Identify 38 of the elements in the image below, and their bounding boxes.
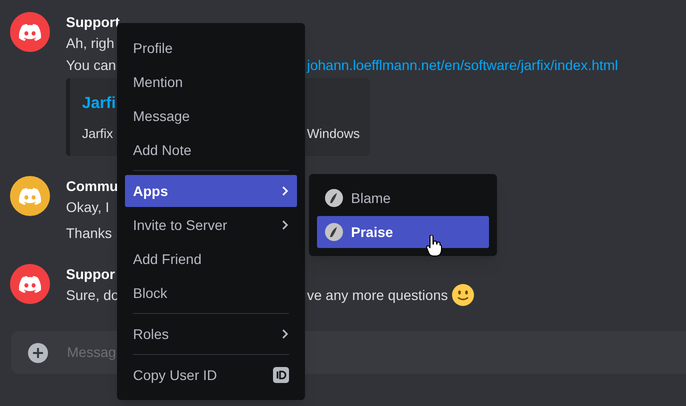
discord-logo-icon bbox=[19, 24, 41, 40]
discord-logo-icon bbox=[19, 276, 41, 292]
message-input[interactable]: Messag bbox=[67, 342, 127, 363]
add-icon[interactable] bbox=[28, 342, 48, 362]
hand-cursor-icon bbox=[426, 235, 442, 257]
menu-item[interactable]: Add Friend bbox=[125, 243, 297, 275]
author-name[interactable]: Support bbox=[66, 12, 120, 32]
embed-description: Jarfix bbox=[82, 125, 114, 143]
author-name[interactable]: Suppor bbox=[66, 264, 115, 284]
avatar[interactable] bbox=[10, 176, 50, 216]
menu-item[interactable]: Message bbox=[125, 100, 297, 132]
menu-item[interactable]: Praise bbox=[317, 216, 489, 248]
app-avatar-icon bbox=[325, 223, 343, 241]
message-text: ve any more questions bbox=[307, 286, 448, 305]
menu-item[interactable]: Roles bbox=[125, 318, 297, 350]
chevron-right-icon bbox=[281, 219, 289, 231]
menu-item[interactable]: Invite to Server bbox=[125, 209, 297, 241]
avatar[interactable] bbox=[10, 264, 50, 304]
id-badge-icon bbox=[273, 367, 289, 383]
menu-item[interactable]: Copy User ID bbox=[125, 359, 297, 391]
message-text: You can bbox=[66, 56, 117, 74]
app-avatar-icon bbox=[325, 189, 343, 207]
chevron-right-icon bbox=[281, 185, 289, 197]
menu-item[interactable]: Blame bbox=[317, 182, 489, 214]
menu-item[interactable]: Mention bbox=[125, 66, 297, 98]
avatar[interactable] bbox=[10, 12, 50, 52]
message-text: Thanks bbox=[66, 224, 113, 242]
menu-item[interactable]: Apps bbox=[125, 175, 297, 207]
menu-item[interactable]: Profile bbox=[125, 32, 297, 64]
author-name[interactable]: Commu bbox=[66, 176, 118, 196]
chevron-right-icon bbox=[281, 328, 289, 340]
message-text: Ah, righ bbox=[66, 34, 116, 53]
message-text: Okay, I bbox=[66, 198, 110, 217]
menu-item[interactable]: Add Note bbox=[125, 134, 297, 166]
menu-item[interactable]: Block bbox=[125, 277, 297, 309]
link[interactable]: johann.loefflmann.net/en/software/jarfix/index.html bbox=[307, 54, 618, 76]
discord-logo-icon bbox=[19, 188, 41, 204]
embed-description: Windows bbox=[307, 125, 361, 143]
